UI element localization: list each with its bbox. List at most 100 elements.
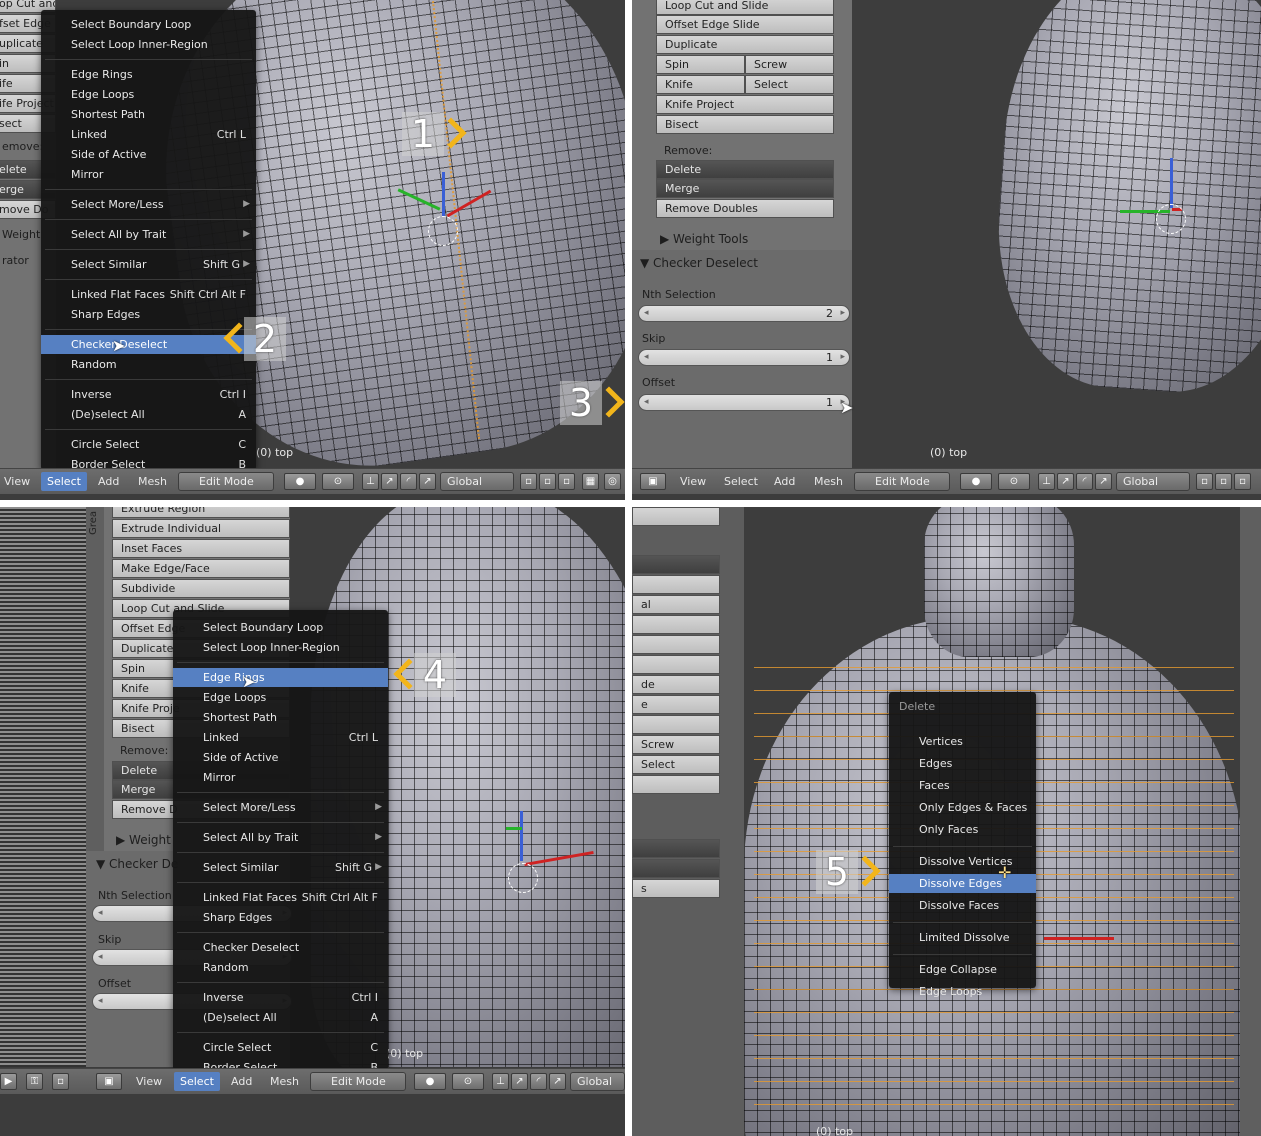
tool-button[interactable] bbox=[632, 635, 720, 654]
select-button[interactable]: Select bbox=[632, 755, 720, 774]
menu-select[interactable]: Select bbox=[41, 472, 87, 491]
manipulator-icon[interactable]: ⊥ bbox=[492, 1073, 509, 1090]
menu-view[interactable]: View bbox=[4, 475, 30, 488]
tool-button-extrude-individual[interactable]: Extrude Individual bbox=[112, 519, 290, 538]
menu-view[interactable]: View bbox=[136, 1075, 162, 1088]
translate-icon[interactable]: ↗ bbox=[1057, 473, 1074, 490]
y-axis[interactable] bbox=[506, 827, 522, 830]
menu-item-linked[interactable]: Linked Ctrl L bbox=[173, 728, 388, 747]
menu-item-de-select-all[interactable]: (De)select All A bbox=[41, 405, 256, 424]
menu-item-select-boundary-loop[interactable]: Select Boundary Loop bbox=[173, 618, 388, 637]
menu-item-inverse[interactable]: Inverse Ctrl I bbox=[173, 988, 388, 1007]
menu-item-shortest-path[interactable]: Shortest Path bbox=[41, 105, 256, 124]
tool-button[interactable]: e bbox=[632, 695, 720, 714]
skip-field[interactable]: 1 bbox=[638, 349, 850, 366]
scale-icon[interactable]: ↗ bbox=[419, 473, 436, 490]
vertex-select-icon[interactable]: ▫ bbox=[1196, 473, 1213, 490]
menu-item-edge-loops[interactable]: Edge Loops bbox=[173, 688, 388, 707]
menu-item-de-select-all[interactable]: (De)select All A bbox=[173, 1008, 388, 1027]
menu-item-limited-dissolve[interactable]: Limited Dissolve bbox=[889, 928, 1036, 947]
transform-gizmo[interactable] bbox=[390, 170, 510, 250]
menu-item-random[interactable]: Random bbox=[41, 355, 256, 374]
menu-item-side-of-active[interactable]: Side of Active bbox=[173, 748, 388, 767]
orientation-dropdown[interactable]: Global bbox=[440, 472, 514, 491]
pivot-dropdown[interactable]: ⊙ bbox=[322, 473, 354, 490]
menu-view[interactable]: View bbox=[680, 475, 706, 488]
menu-item-side-of-active[interactable]: Side of Active bbox=[41, 145, 256, 164]
orientation-dropdown[interactable]: Global bbox=[1116, 472, 1190, 491]
screw-button[interactable]: Screw bbox=[632, 735, 720, 754]
offset-edge-slide-button[interactable]: Offset Edge Slide bbox=[656, 15, 834, 34]
z-axis[interactable] bbox=[520, 811, 523, 861]
menu-item-linked-flat-faces[interactable]: Linked Flat Faces Shift Ctrl Alt F bbox=[173, 888, 388, 907]
face-select-icon[interactable]: ▫ bbox=[558, 473, 575, 490]
limit-selection-icon[interactable]: ▦ bbox=[582, 473, 599, 490]
transform-gizmo[interactable] bbox=[490, 807, 610, 897]
edge-select-icon[interactable]: ▫ bbox=[539, 473, 556, 490]
tool-dropdown[interactable] bbox=[632, 555, 720, 574]
tool-button[interactable] bbox=[632, 655, 720, 674]
bisect-button[interactable]: Bisect bbox=[656, 115, 834, 134]
tool-dropdown[interactable] bbox=[632, 859, 720, 878]
tab-greasepencil[interactable]: Grea bbox=[88, 511, 99, 535]
screw-button[interactable]: Screw bbox=[745, 55, 834, 74]
menu-item-checker-deselect[interactable]: Checker Deselect bbox=[173, 938, 388, 957]
play-controls-icon[interactable]: ▶ bbox=[0, 1073, 17, 1090]
tool-button[interactable]: al bbox=[632, 595, 720, 614]
menu-item-select-similar[interactable]: Select Similar Shift G ▶ bbox=[41, 255, 256, 274]
menu-item-select-more-less[interactable]: Select More/Less ▶ bbox=[41, 195, 256, 214]
menu-item-select-more-less[interactable]: Select More/Less ▶ bbox=[173, 798, 388, 817]
checker-deselect-header[interactable]: ▼ Checker De bbox=[96, 857, 178, 871]
manipulator-icon[interactable]: ⊥ bbox=[1038, 473, 1055, 490]
menu-mesh[interactable]: Mesh bbox=[270, 1075, 299, 1088]
tool-button[interactable] bbox=[632, 715, 720, 734]
tool-button-extrude-region[interactable]: Extrude Region bbox=[112, 507, 290, 518]
orientation-dropdown[interactable]: Global bbox=[570, 1072, 625, 1091]
menu-item-edges[interactable]: Edges bbox=[889, 754, 1036, 773]
tool-button-subdivide[interactable]: Subdivide bbox=[112, 579, 290, 598]
scale-icon[interactable]: ↗ bbox=[549, 1073, 566, 1090]
3d-viewport[interactable]: (0) top bbox=[852, 0, 1261, 468]
rotate-icon[interactable]: ◜ bbox=[1076, 473, 1093, 490]
shading-dropdown[interactable]: ● bbox=[284, 473, 316, 490]
menu-item-linked[interactable]: Linked Ctrl L bbox=[41, 125, 256, 144]
tool-button[interactable] bbox=[632, 615, 720, 634]
menu-item-select-similar[interactable]: Select Similar Shift G ▶ bbox=[173, 858, 388, 877]
editor-type-icon[interactable]: ▣ bbox=[96, 1073, 122, 1090]
knife-button[interactable]: Knife bbox=[656, 75, 745, 94]
tool-button-make-edge-face[interactable]: Make Edge/Face bbox=[112, 559, 290, 578]
z-axis[interactable] bbox=[442, 172, 445, 217]
tool-button-inset-faces[interactable]: Inset Faces bbox=[112, 539, 290, 558]
menu-item-dissolve-vertices[interactable]: Dissolve Vertices bbox=[889, 852, 1036, 871]
menu-item-circle-select[interactable]: Circle Select C bbox=[41, 435, 256, 454]
menu-item-mirror[interactable]: Mirror bbox=[41, 165, 256, 184]
tool-button[interactable] bbox=[632, 507, 720, 526]
menu-item-random[interactable]: Random bbox=[173, 958, 388, 977]
menu-item-mirror[interactable]: Mirror bbox=[173, 768, 388, 787]
menu-item-edge-rings[interactable]: Edge Rings bbox=[173, 668, 388, 687]
x-axis[interactable] bbox=[1044, 937, 1114, 940]
mode-dropdown[interactable]: Edit Mode bbox=[310, 1072, 406, 1091]
duplicate-button[interactable]: Duplicate bbox=[656, 35, 834, 54]
pivot-dropdown[interactable]: ⊙ bbox=[452, 1073, 484, 1090]
spin-button[interactable]: Spin bbox=[656, 55, 745, 74]
menu-item-edge-loops[interactable]: Edge Loops bbox=[889, 982, 1036, 1001]
edge-select-icon[interactable]: ▫ bbox=[1215, 473, 1232, 490]
tool-button[interactable] bbox=[632, 775, 720, 794]
menu-select[interactable]: Select bbox=[724, 475, 758, 488]
keying-icon[interactable]: ⚿ bbox=[26, 1073, 43, 1090]
menu-item-shortest-path[interactable]: Shortest Path bbox=[173, 708, 388, 727]
loop-cut-button[interactable]: Loop Cut and Slide bbox=[656, 0, 834, 15]
menu-item-only-faces[interactable]: Only Faces bbox=[889, 820, 1036, 839]
layer-icon[interactable]: ▫ bbox=[52, 1073, 69, 1090]
menu-mesh[interactable]: Mesh bbox=[814, 475, 843, 488]
tool-dropdown[interactable] bbox=[632, 839, 720, 858]
tool-button[interactable] bbox=[632, 575, 720, 594]
menu-item-edge-loops[interactable]: Edge Loops bbox=[41, 85, 256, 104]
checker-deselect-header[interactable]: ▼ Checker Deselect bbox=[640, 256, 758, 270]
proportional-edit-icon[interactable]: ◎ bbox=[604, 473, 621, 490]
menu-item-faces[interactable]: Faces bbox=[889, 776, 1036, 795]
menu-item-only-edges-faces[interactable]: Only Edges & Faces bbox=[889, 798, 1036, 817]
transform-gizmo[interactable] bbox=[1092, 150, 1202, 240]
face-select-icon[interactable]: ▫ bbox=[1234, 473, 1251, 490]
